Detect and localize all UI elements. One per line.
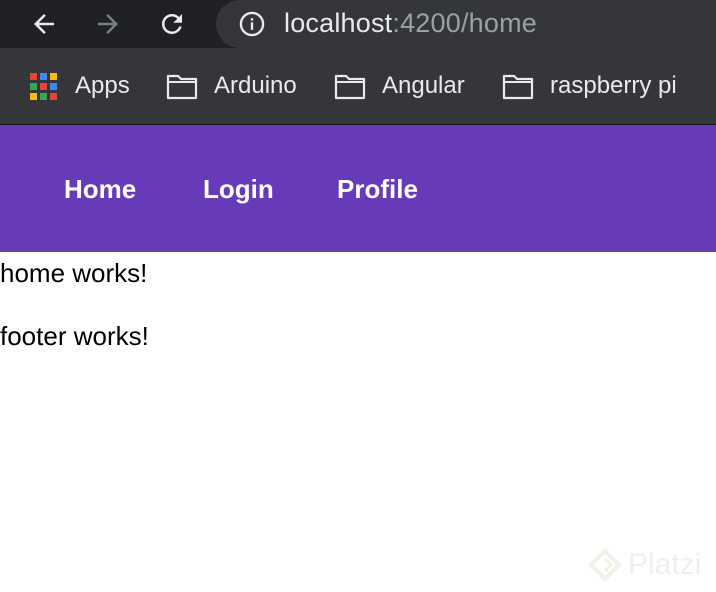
url-path: :4200/home [392,8,537,38]
platzi-logo-icon [589,549,621,581]
app-navbar: Home Login Profile [0,125,716,252]
nav-link-login[interactable]: Login [203,173,274,205]
reload-icon [161,13,182,34]
back-button[interactable] [26,6,62,42]
bookmarks-bar: Apps Arduino Angular raspberry pi [0,48,716,125]
forward-button[interactable] [90,6,126,42]
bookmark-label: raspberry pi [550,72,677,99]
bookmark-label: Angular [382,72,465,99]
browser-toolbar: localhost:4200/home [0,0,716,48]
folder-icon [166,74,198,100]
back-arrow-icon [34,14,54,34]
reload-button[interactable] [154,6,190,42]
home-component-text: home works! [0,258,148,288]
nav-link-profile[interactable]: Profile [337,173,418,205]
address-bar[interactable]: localhost:4200/home [216,0,716,48]
footer-component-text: footer works! [0,321,149,351]
apps-grid-icon [30,72,57,100]
bookmark-raspberry-pi[interactable]: raspberry pi [502,70,677,102]
bookmark-label: Apps [75,72,130,99]
folder-icon [502,74,534,100]
folder-icon [334,74,366,100]
bookmark-label: Arduino [214,72,297,99]
bookmark-angular[interactable]: Angular [334,70,465,102]
bookmark-arduino[interactable]: Arduino [166,70,297,102]
forward-arrow-icon [98,14,118,34]
platzi-watermark: Platzi [588,548,701,582]
bookmark-apps[interactable]: Apps [30,70,130,102]
watermark-label: Platzi [628,548,702,581]
url-host: localhost [284,8,393,38]
info-icon[interactable] [238,10,266,38]
nav-link-home[interactable]: Home [64,173,136,205]
url-text[interactable]: localhost:4200/home [284,8,537,38]
